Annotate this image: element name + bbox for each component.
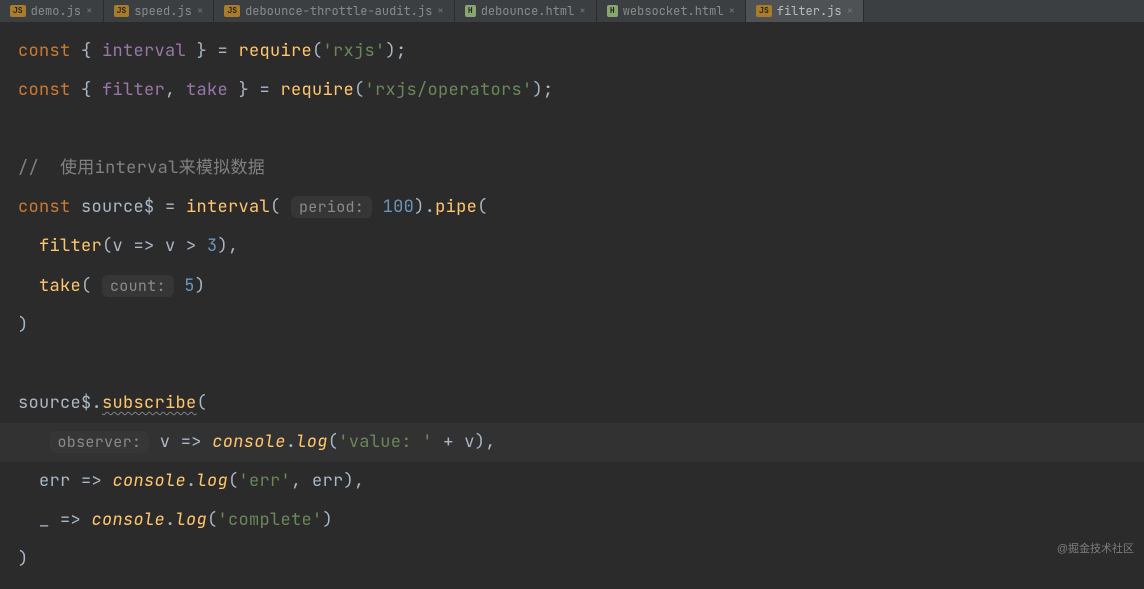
code-line: filter(v => v > 3), — [18, 227, 1126, 266]
code-line: err => console.log('err', err), — [18, 462, 1126, 501]
tab-label: debounce.html — [481, 3, 575, 19]
tab-debounce-html[interactable]: H debounce.html × — [455, 0, 597, 22]
tab-speed-js[interactable]: JS speed.js × — [104, 0, 215, 22]
js-badge-icon: JS — [756, 5, 772, 17]
close-icon[interactable]: × — [86, 4, 93, 18]
html-badge-icon: H — [607, 5, 618, 17]
code-line: // 使用interval来模拟数据 — [18, 149, 1126, 188]
close-icon[interactable]: × — [579, 4, 586, 18]
close-icon[interactable]: × — [729, 4, 736, 18]
code-line — [18, 110, 1126, 149]
tab-demo-js[interactable]: JS demo.js × — [0, 0, 104, 22]
tab-filter-js[interactable]: JS filter.js × — [746, 0, 864, 22]
code-line: observer: v => console.log('value: ' + v… — [18, 431, 496, 453]
close-icon[interactable]: × — [197, 4, 204, 18]
editor-tab-bar: JS demo.js × JS speed.js × JS debounce-t… — [0, 0, 1144, 22]
html-badge-icon: H — [465, 5, 476, 17]
code-line: ) — [18, 540, 1126, 579]
code-line: take( count: 5) — [18, 267, 1126, 306]
tab-websocket-html[interactable]: H websocket.html × — [597, 0, 746, 22]
code-line: const { filter, take } = require('rxjs/o… — [18, 71, 1126, 110]
close-icon[interactable]: × — [847, 4, 854, 18]
tab-label: debounce-throttle-audit.js — [245, 3, 432, 19]
tab-label: demo.js — [31, 3, 81, 19]
highlighted-line: observer: v => console.log('value: ' + v… — [0, 423, 1144, 462]
code-editor[interactable]: const { interval } = require('rxjs'); co… — [0, 22, 1144, 589]
code-line: const source$ = interval( period: 100).p… — [18, 188, 1126, 227]
tab-label: speed.js — [134, 3, 192, 19]
parameter-hint: count: — [102, 275, 174, 297]
code-line: const { interval } = require('rxjs'); — [18, 32, 1126, 71]
tab-label: websocket.html — [623, 3, 724, 19]
warning-underline: subscribe — [102, 392, 197, 414]
js-badge-icon: JS — [10, 5, 26, 17]
code-line: ) — [18, 306, 1126, 345]
js-badge-icon: JS — [224, 5, 240, 17]
parameter-hint: period: — [291, 196, 372, 218]
parameter-hint: observer: — [50, 431, 150, 453]
watermark-text: @掘金技术社区 — [1057, 540, 1134, 556]
tab-label: filter.js — [777, 3, 842, 19]
js-badge-icon: JS — [114, 5, 130, 17]
code-line: _ => console.log('complete') — [18, 501, 1126, 540]
code-line — [18, 345, 1126, 384]
code-line: source$.subscribe( — [18, 384, 1126, 423]
tab-debounce-throttle-audit-js[interactable]: JS debounce-throttle-audit.js × — [214, 0, 454, 22]
close-icon[interactable]: × — [437, 4, 444, 18]
